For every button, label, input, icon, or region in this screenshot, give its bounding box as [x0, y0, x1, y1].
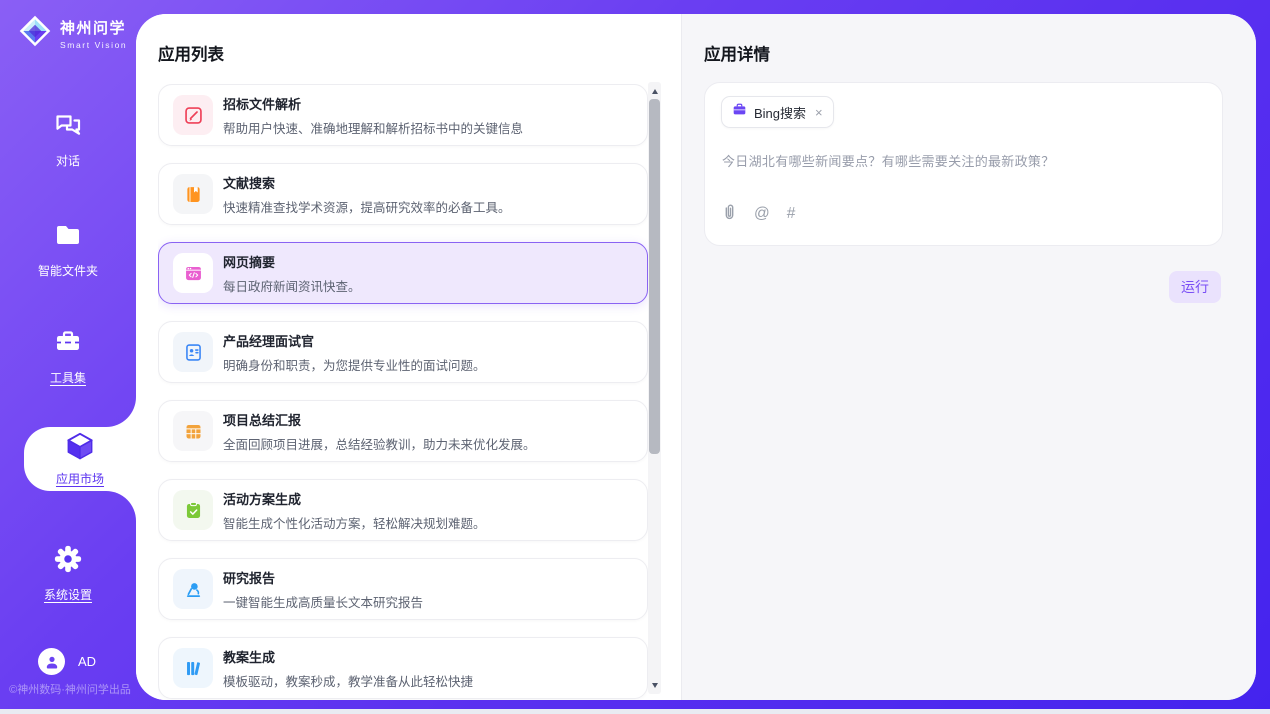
app-name: 活动方案生成: [223, 489, 486, 508]
chat-icon: [53, 110, 83, 145]
app-card-research-report[interactable]: 研究报告 一键智能生成高质量长文本研究报告: [158, 558, 648, 620]
app-description: 明确身份和职责，为您提供专业性的面试问题。: [223, 355, 486, 374]
app-name: 产品经理面试官: [223, 331, 486, 350]
calendar-grid-icon: [173, 411, 213, 451]
paperclip-icon[interactable]: [722, 203, 737, 225]
sidebar-item-app-market[interactable]: 应用市场: [24, 427, 136, 491]
sidebar-item-chat[interactable]: 对话: [0, 110, 136, 169]
hashtag-icon[interactable]: #: [787, 205, 796, 223]
interviewer-icon: [173, 332, 213, 372]
app-name: 教案生成: [223, 647, 473, 666]
app-description: 每日政府新闻资讯快查。: [223, 276, 361, 295]
app-list: 招标文件解析 帮助用户快速、准确地理解和解析招标书中的关键信息 文献搜索 快速精…: [158, 84, 648, 700]
app-card-tender-analysis[interactable]: 招标文件解析 帮助用户快速、准确地理解和解析招标书中的关键信息: [158, 84, 648, 146]
plugin-chip-bing-search[interactable]: Bing搜索 ×: [721, 96, 834, 128]
app-card-webpage-summary[interactable]: 网页摘要 每日政府新闻资讯快查。: [158, 242, 648, 304]
user-account[interactable]: AD: [38, 648, 96, 675]
app-detail-title: 应用详情: [704, 41, 770, 65]
sidebar-item-label: 智能文件夹: [38, 262, 98, 279]
sidebar-item-label: 应用市场: [56, 470, 104, 487]
scrollbar-up-icon[interactable]: [648, 84, 661, 98]
gear-icon: [53, 544, 83, 579]
app-name: 文献搜索: [223, 173, 511, 192]
clipboard-check-icon: [173, 490, 213, 530]
cube-icon: [65, 431, 95, 466]
app-list-scrollbar[interactable]: [648, 82, 661, 694]
user-name: AD: [78, 654, 96, 669]
brand-tagline: Smart Vision: [60, 40, 127, 50]
webpage-code-icon: [173, 253, 213, 293]
main-content: 应用列表 招标文件解析 帮助用户快速、准确地理解和解析招标书中的关键信息: [136, 14, 1256, 700]
toolbox-icon: [53, 327, 83, 362]
app-list-panel: 应用列表 招标文件解析 帮助用户快速、准确地理解和解析招标书中的关键信息: [136, 14, 681, 700]
app-name: 网页摘要: [223, 252, 361, 271]
sidebar-item-smart-folders[interactable]: 智能文件夹: [0, 220, 136, 279]
book-icon: [173, 174, 213, 214]
sidebar-active-curve-bottom: [106, 491, 136, 521]
folder-icon: [53, 220, 83, 255]
app-description: 全面回顾项目进展，总结经验教训，助力未来优化发展。: [223, 434, 536, 453]
brand-logo: 神州问学 Smart Vision: [17, 13, 127, 54]
app-description: 快速精准查找学术资源，提高研究效率的必备工具。: [223, 197, 511, 216]
close-icon[interactable]: ×: [815, 105, 823, 120]
run-button[interactable]: 运行: [1169, 271, 1221, 303]
copyright-footer: ©神州数码·神州问学出品: [0, 681, 140, 697]
app-description: 模板驱动，教案秒成，教学准备从此轻松快捷: [223, 671, 473, 690]
person-icon: [44, 654, 60, 670]
app-name: 项目总结汇报: [223, 410, 536, 429]
scrollbar-thumb[interactable]: [649, 99, 660, 454]
prompt-text-input[interactable]: 今日湖北有哪些新闻要点？有哪些需要关注的最新政策？: [722, 151, 1206, 170]
prompt-card[interactable]: Bing搜索 × 今日湖北有哪些新闻要点？有哪些需要关注的最新政策？ @ #: [704, 82, 1223, 246]
prompt-toolbar: @ #: [722, 203, 795, 225]
books-icon: [173, 648, 213, 688]
app-description: 一键智能生成高质量长文本研究报告: [223, 592, 423, 611]
plugin-chip-label: Bing搜索: [754, 103, 806, 122]
app-description: 帮助用户快速、准确地理解和解析招标书中的关键信息: [223, 118, 523, 137]
app-card-activity-plan[interactable]: 活动方案生成 智能生成个性化活动方案，轻松解决规划难题。: [158, 479, 648, 541]
app-card-lesson-plan[interactable]: 教案生成 模板驱动，教案秒成，教学准备从此轻松快捷: [158, 637, 648, 699]
avatar: [38, 648, 65, 675]
diamond-logo-icon: [17, 13, 53, 54]
app-list-title: 应用列表: [158, 41, 224, 65]
app-card-pm-interviewer[interactable]: 产品经理面试官 明确身份和职责，为您提供专业性的面试问题。: [158, 321, 648, 383]
app-card-project-summary[interactable]: 项目总结汇报 全面回顾项目进展，总结经验教训，助力未来优化发展。: [158, 400, 648, 462]
app-name: 研究报告: [223, 568, 423, 587]
sidebar-item-toolbox[interactable]: 工具集: [0, 327, 136, 386]
app-card-literature-search[interactable]: 文献搜索 快速精准查找学术资源，提高研究效率的必备工具。: [158, 163, 648, 225]
brand-name: 神州问学: [60, 17, 127, 38]
sidebar-active-curve-top: [106, 397, 136, 427]
app-description: 智能生成个性化活动方案，轻松解决规划难题。: [223, 513, 486, 532]
scrollbar-down-icon[interactable]: [648, 678, 661, 692]
app-detail-panel: 应用详情 Bing搜索 × 今日湖北有哪些新闻要点？有哪些需要关注的最新政策？: [681, 14, 1256, 700]
app-name: 招标文件解析: [223, 94, 523, 113]
document-edit-icon: [173, 95, 213, 135]
mention-icon[interactable]: @: [754, 205, 770, 223]
sidebar: 神州问学 Smart Vision 对话 智能文件夹: [0, 0, 136, 709]
sidebar-item-label: 工具集: [50, 369, 86, 386]
sidebar-item-settings[interactable]: 系统设置: [0, 544, 136, 603]
briefcase-icon: [732, 102, 747, 122]
sidebar-item-label: 系统设置: [44, 586, 92, 603]
microscope-icon: [173, 569, 213, 609]
sidebar-item-label: 对话: [56, 152, 80, 169]
